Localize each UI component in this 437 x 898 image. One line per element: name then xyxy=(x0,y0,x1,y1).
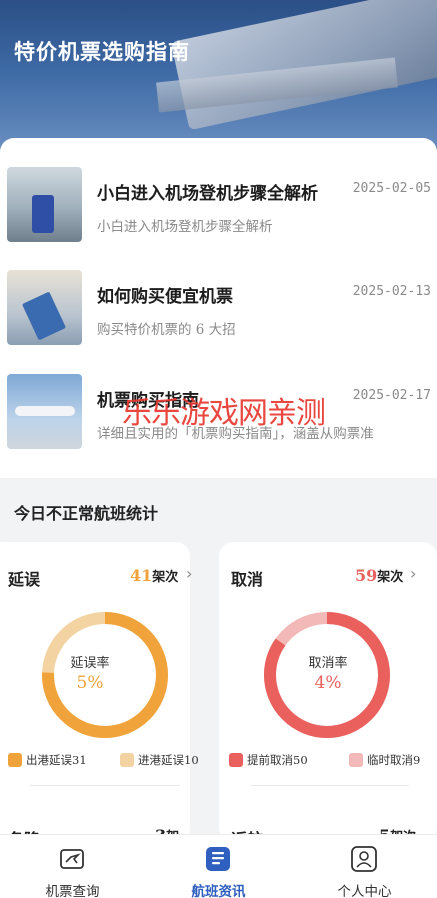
divider xyxy=(251,785,409,786)
legend-swatch xyxy=(229,753,243,767)
article-title: 小白进入机场登机步骤全解析 xyxy=(97,184,318,204)
delay-count: 41架次 xyxy=(130,566,179,585)
page-title: 特价机票选购指南 xyxy=(14,39,190,64)
article-thumbnail xyxy=(7,270,82,345)
tab-ticket-search[interactable]: 机票查询 xyxy=(0,835,145,898)
airplane-wing-image xyxy=(170,0,437,131)
stats-section-title: 今日不正常航班统计 xyxy=(14,504,159,523)
delay-card[interactable]: 延误 41架次 › 延误率 5% 出港延误31 进港延误10 备降 3架次 xyxy=(0,542,199,864)
tab-label: 个人中心 xyxy=(337,884,392,898)
watermark-text: 乐乐游戏网亲测 xyxy=(122,396,326,431)
article-thumbnail xyxy=(7,167,82,242)
article-title: 如何购买便宜机票 xyxy=(97,287,233,307)
tab-flight-news[interactable]: 航班资讯 xyxy=(146,835,291,898)
legend-swatch xyxy=(120,753,134,767)
article-date: 2025-02-13 xyxy=(352,284,431,299)
article-thumbnail xyxy=(7,374,82,449)
legend-item: 进港延误10 xyxy=(120,752,199,768)
tab-label: 机票查询 xyxy=(45,884,100,898)
legend-item: 提前取消50 xyxy=(229,752,308,768)
ticket-icon xyxy=(60,849,84,869)
cancel-title: 取消 xyxy=(231,570,264,589)
delay-rate-value: 5% xyxy=(76,673,104,693)
legend-item: 临时取消9 xyxy=(349,752,420,768)
cancel-card[interactable]: 取消 59架次 › 取消率 4% 提前取消50 临时取消9 返航 5架次 xyxy=(219,542,437,849)
cancel-count: 59架次 xyxy=(355,566,404,585)
person-icon xyxy=(351,846,377,872)
article-desc: 购买特价机票的 6 大招 xyxy=(97,322,236,338)
cancel-rate-label: 取消率 xyxy=(308,656,348,671)
chevron-right-icon[interactable]: › xyxy=(186,564,192,583)
legend-swatch xyxy=(8,753,22,767)
article-item[interactable]: 如何购买便宜机票 2025-02-13 购买特价机票的 6 大招 xyxy=(0,270,437,350)
delay-title: 延误 xyxy=(8,570,41,589)
article-date: 2025-02-05 xyxy=(352,181,431,196)
article-item[interactable]: 小白进入机场登机步骤全解析 2025-02-05 小白进入机场登机步骤全解析 xyxy=(0,167,437,247)
article-date: 2025-02-17 xyxy=(352,388,431,403)
chevron-right-icon[interactable]: › xyxy=(410,564,416,583)
document-icon xyxy=(206,847,230,871)
tab-profile[interactable]: 个人中心 xyxy=(292,835,437,898)
divider xyxy=(30,785,180,786)
bottom-tab-bar: 机票查询 航班资讯 个人中心 xyxy=(0,834,437,898)
legend-swatch xyxy=(349,753,363,767)
legend-item: 出港延误31 xyxy=(8,752,87,768)
cancel-rate-value: 4% xyxy=(314,673,342,693)
hero-banner: 特价机票选购指南 xyxy=(0,0,437,160)
tab-label: 航班资讯 xyxy=(191,884,246,898)
delay-rate-label: 延误率 xyxy=(70,656,110,671)
article-desc: 小白进入机场登机步骤全解析 xyxy=(97,219,273,235)
